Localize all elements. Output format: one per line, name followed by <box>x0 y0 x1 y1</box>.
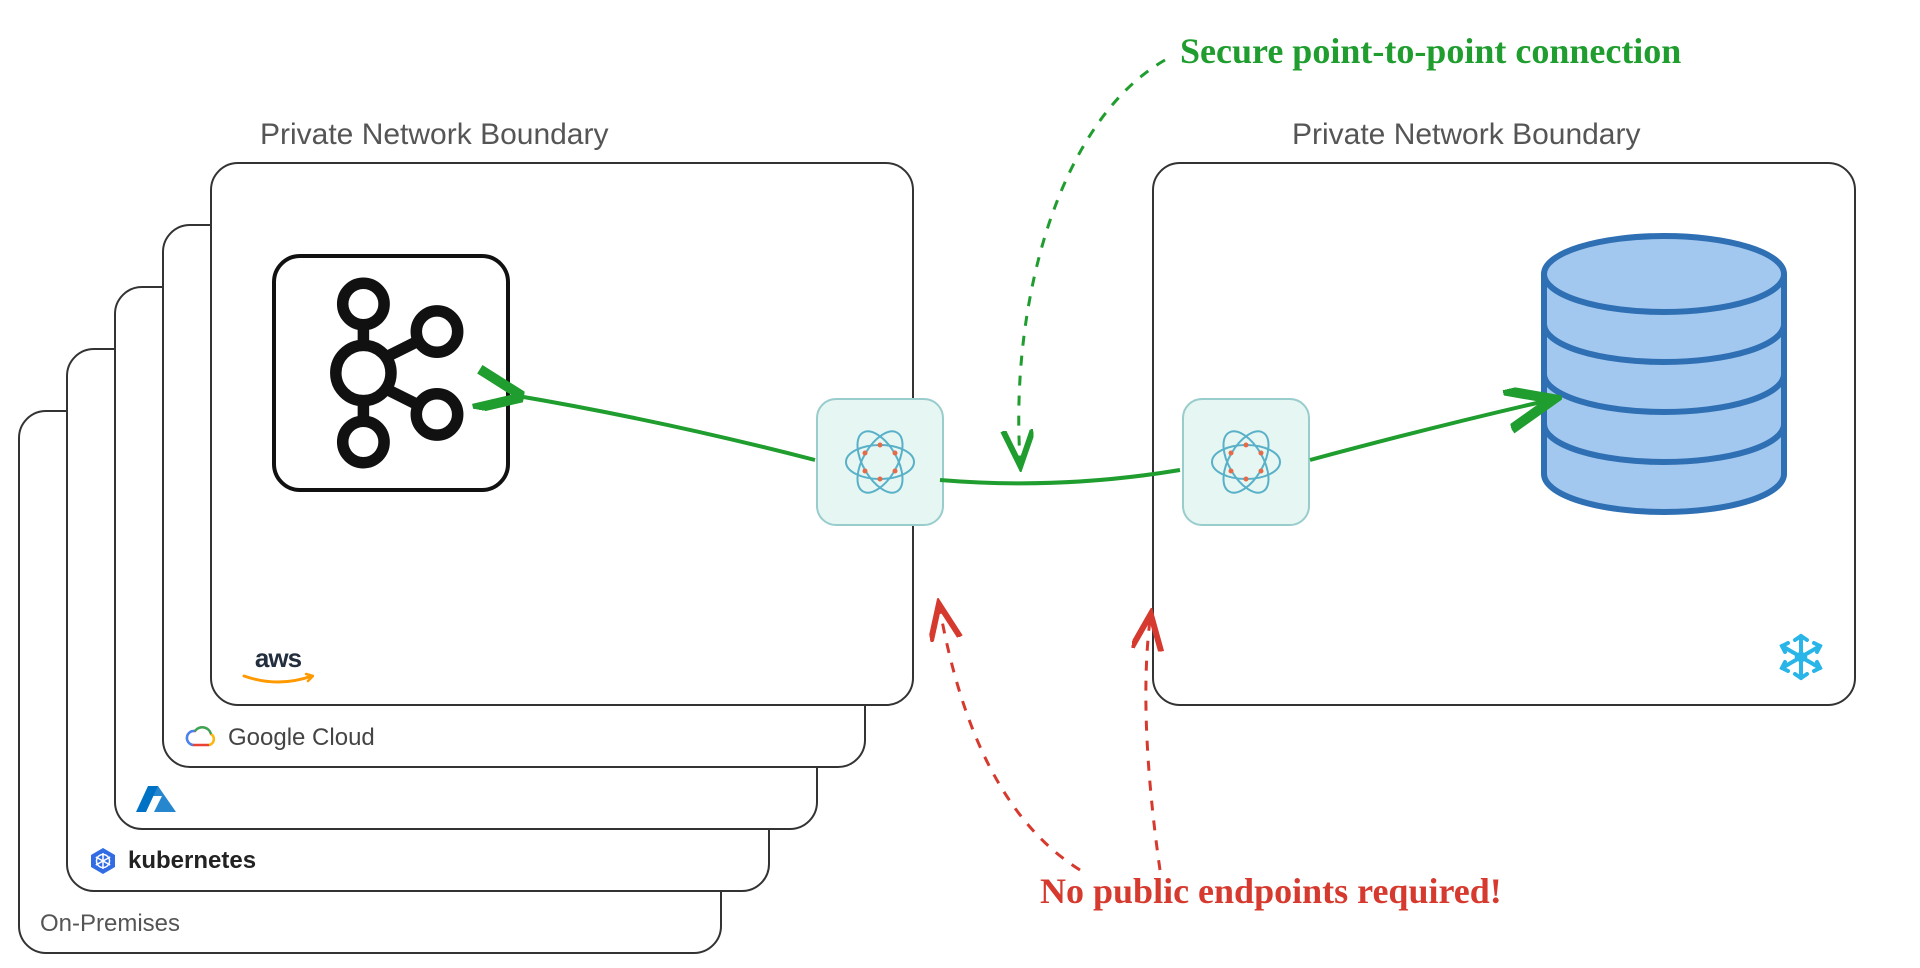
ockam-portal-icon <box>1196 412 1296 512</box>
gcp-icon <box>184 725 218 751</box>
ockam-node-left <box>816 398 944 526</box>
gcp-label-text: Google Cloud <box>228 724 375 752</box>
card-label-google-cloud: Google Cloud <box>184 724 375 752</box>
card-label-kubernetes: kubernetes <box>88 846 256 876</box>
aws-wordmark: aws <box>255 643 301 674</box>
azure-icon <box>136 782 176 814</box>
diagram-stage: On-Premises kubernet <box>0 0 1920 968</box>
card-label-on-premises: On-Premises <box>40 910 180 938</box>
kubernetes-label-text: kubernetes <box>128 847 256 875</box>
snowflake-icon <box>1774 630 1828 684</box>
card-aws: aws <box>210 162 914 706</box>
aws-icon: aws <box>242 643 314 686</box>
right-boundary-title: Private Network Boundary <box>1292 118 1641 152</box>
card-label-aws: aws <box>242 643 314 686</box>
ockam-node-right <box>1182 398 1310 526</box>
kafka-icon <box>276 258 506 488</box>
on-premises-label-text: On-Premises <box>40 910 180 938</box>
card-right-boundary <box>1152 162 1856 706</box>
kubernetes-icon <box>88 846 118 876</box>
left-boundary-title: Private Network Boundary <box>260 118 609 152</box>
annotation-secure-connection: Secure point-to-point connection <box>1180 30 1681 72</box>
card-label-azure <box>136 782 186 814</box>
kafka-tile <box>272 254 510 492</box>
annotation-no-public-endpoints: No public endpoints required! <box>1040 870 1502 912</box>
ockam-portal-icon <box>830 412 930 512</box>
database-icon <box>1524 224 1804 524</box>
